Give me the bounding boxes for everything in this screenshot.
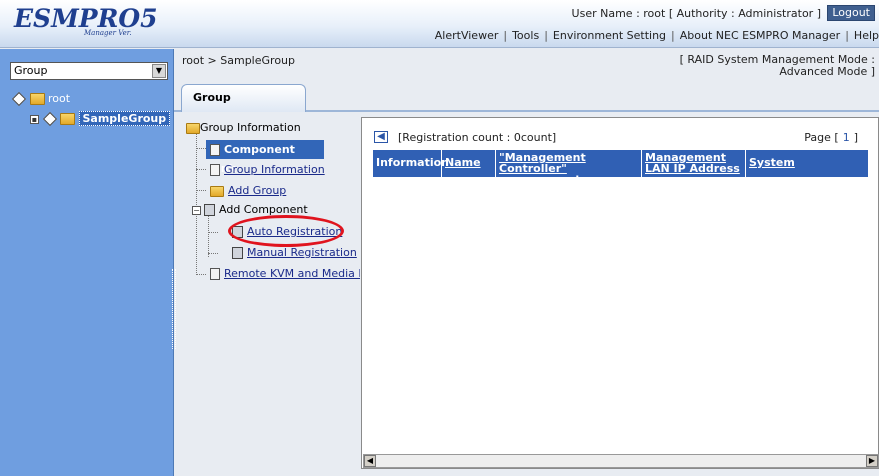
column-management-controller[interactable]: "Management Controller" management bbox=[496, 150, 642, 185]
nav-item-label[interactable]: Remote KVM and Media L bbox=[224, 267, 360, 280]
nav-root-label: Group Information bbox=[200, 121, 301, 134]
user-info: User Name : root [ Authority : Administr… bbox=[571, 7, 821, 20]
folder-icon bbox=[210, 185, 224, 197]
mode-text: [ RAID System Management Mode : Advanced… bbox=[679, 53, 875, 78]
nav-item-label[interactable]: Manual Registration bbox=[247, 246, 357, 259]
folder-icon bbox=[186, 122, 200, 134]
app-header: ESMPRO5 Manager Ver. User Name : root [ … bbox=[0, 0, 879, 48]
tree-item-label: SampleGroup bbox=[78, 111, 171, 126]
menu-separator: | bbox=[845, 29, 849, 42]
scroll-left-icon[interactable]: ◀ bbox=[364, 455, 376, 467]
folder-icon bbox=[60, 113, 75, 125]
sidebar: Group ▼ root ▪ SampleGroup bbox=[0, 49, 176, 476]
back-arrow-icon[interactable]: ◀ bbox=[374, 131, 388, 143]
tree-line bbox=[196, 169, 206, 170]
column-link[interactable]: System management bbox=[749, 156, 831, 191]
scroll-right-icon[interactable]: ▶ bbox=[866, 455, 878, 467]
group-select[interactable]: Group ▼ bbox=[10, 62, 168, 80]
logo-subtext: Manager Ver. bbox=[84, 29, 132, 37]
collapse-box-icon[interactable]: ▪ bbox=[30, 114, 39, 124]
expand-diamond-icon[interactable] bbox=[11, 91, 27, 107]
menu-tools[interactable]: Tools bbox=[512, 29, 539, 42]
column-management-lan-ip[interactable]: Management LAN IP Address bbox=[642, 150, 746, 177]
highlight-annotation bbox=[228, 215, 344, 247]
nav-item-label[interactable]: Add Group bbox=[228, 184, 286, 197]
tree-line bbox=[208, 215, 209, 257]
tree-line bbox=[196, 148, 206, 149]
tab-group-information[interactable]: Group Information bbox=[181, 84, 306, 130]
expand-diamond-icon[interactable] bbox=[42, 111, 57, 127]
column-name[interactable]: Name ▲ bbox=[442, 150, 496, 191]
nav-remote-kvm[interactable]: Remote KVM and Media L bbox=[210, 265, 360, 282]
tree-line bbox=[196, 274, 206, 275]
folder-icon bbox=[29, 93, 45, 105]
group-nav-panel: Group Information Component Link Group I… bbox=[182, 115, 360, 469]
menu-separator: | bbox=[671, 29, 675, 42]
tree-item-label: root bbox=[48, 92, 71, 105]
collapse-box-icon[interactable]: − bbox=[192, 205, 201, 215]
esmpro-logo: ESMPRO5 Manager Ver. bbox=[14, 4, 164, 40]
splitter-handle[interactable] bbox=[172, 269, 176, 349]
page-number[interactable]: 1 bbox=[839, 131, 854, 144]
nav-item-label[interactable]: Group Information bbox=[224, 163, 325, 176]
sort-ascending-icon[interactable]: ▲ bbox=[445, 178, 453, 191]
top-menu: AlertViewer | Tools | Environment Setting | Ab… bbox=[435, 29, 879, 42]
nav-component-link[interactable]: Component Link bbox=[206, 140, 324, 175]
computer-icon bbox=[232, 247, 243, 259]
tree-item-root[interactable]: root bbox=[11, 91, 71, 107]
registration-count: [Registration count : 0count] bbox=[398, 131, 557, 144]
page-icon bbox=[210, 164, 220, 176]
page-icon bbox=[210, 268, 220, 280]
column-name-link[interactable]: Name bbox=[445, 156, 481, 169]
page-suffix: ] bbox=[853, 131, 858, 144]
chevron-down-icon[interactable]: ▼ bbox=[152, 64, 166, 78]
tree-line bbox=[196, 190, 206, 191]
menu-alertviewer[interactable]: AlertViewer bbox=[435, 29, 499, 42]
nav-add-group[interactable]: Add Group bbox=[210, 182, 286, 199]
column-information: Information bbox=[373, 150, 449, 177]
page-prefix: Page [ bbox=[804, 131, 839, 144]
menu-separator: | bbox=[503, 29, 508, 42]
page-indicator: Page [1] bbox=[804, 131, 858, 144]
breadcrumb: root > SampleGroup bbox=[182, 54, 295, 67]
nav-group-information[interactable]: Group Information bbox=[210, 161, 325, 178]
menu-about[interactable]: About NEC ESMPRO Manager bbox=[680, 29, 840, 42]
tree-line bbox=[208, 253, 218, 254]
content-horizontal-scrollbar[interactable]: ◀ ▶ bbox=[363, 454, 879, 468]
group-select-value: Group bbox=[14, 64, 48, 77]
menu-help[interactable]: Help bbox=[854, 29, 879, 42]
logout-button[interactable]: Logout bbox=[827, 5, 875, 21]
nav-root-group-information: Group Information bbox=[186, 119, 301, 136]
page-icon bbox=[210, 144, 220, 156]
column-link[interactable]: Management LAN IP Address bbox=[645, 151, 740, 175]
column-link[interactable]: "Management Controller" management bbox=[499, 151, 586, 186]
tree-line bbox=[208, 232, 218, 233]
tab-bar: Group Information bbox=[174, 80, 879, 130]
menu-separator: | bbox=[544, 29, 548, 42]
tree-item-samplegroup[interactable]: ▪ SampleGroup bbox=[30, 111, 171, 127]
component-list-frame: ◀ [Registration count : 0count] Page [1]… bbox=[361, 117, 879, 469]
menu-environment-setting[interactable]: Environment Setting bbox=[553, 29, 666, 42]
nav-item-label: Add Component bbox=[219, 203, 308, 216]
table-header: Information Name ▲ "Management Controlle… bbox=[373, 150, 868, 191]
computer-icon bbox=[204, 204, 215, 216]
column-system-management[interactable]: System management bbox=[746, 150, 868, 191]
